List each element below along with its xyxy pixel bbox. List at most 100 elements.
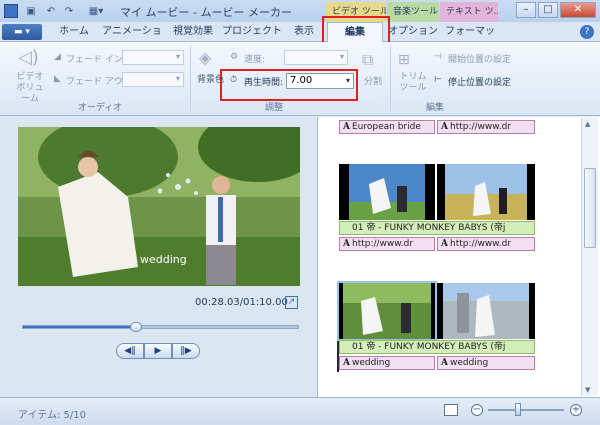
previous-frame-button[interactable]: ◀‖ — [116, 343, 144, 359]
maximize-button[interactable]: □ — [538, 2, 558, 18]
split-label[interactable]: 分割 — [364, 74, 382, 87]
fade-out-dropdown[interactable]: ▾ — [122, 72, 184, 87]
seek-fill — [23, 326, 136, 328]
playback-controls: ◀‖ ▶ ‖▶ — [116, 343, 200, 359]
tab-options[interactable]: オプション — [388, 22, 438, 42]
speed-icon: ⚙ — [230, 52, 239, 62]
help-icon[interactable]: ? — [580, 25, 594, 39]
group-separator — [190, 46, 191, 112]
movie-maker-window: ▣ ↶ ↷ ▦▾ マイ ムービー - ムービー メーカー ビデオ ツール 音楽ツ… — [0, 0, 600, 425]
zoom-slider-track[interactable] — [488, 409, 564, 411]
set-start-label[interactable]: 開始位置の設定 — [448, 52, 511, 65]
seek-thumb[interactable] — [129, 322, 142, 332]
app-icon — [4, 4, 18, 18]
clip-thumbnail[interactable] — [437, 283, 535, 339]
close-button[interactable]: ✕ — [560, 2, 596, 18]
adjust-group-label: 調整 — [264, 103, 283, 113]
thumbnail-size-icon[interactable] — [444, 404, 458, 416]
text-caption-icon: A — [343, 358, 350, 368]
fade-out-icon: ◣ — [54, 74, 61, 84]
storyboard: A European bride Ahttp://www.dr 01 帝 - FU… — [317, 117, 600, 397]
app-menu-button[interactable]: ▬ ▾ — [2, 24, 42, 40]
fade-in-icon: ◢ — [54, 52, 61, 62]
tab-view[interactable]: 表示 — [286, 22, 322, 42]
text-caption-icon: A — [441, 122, 448, 132]
background-color-icon[interactable]: ◈ — [199, 48, 219, 68]
title-bar: ▣ ↶ ↷ ▦▾ マイ ムービー - ムービー メーカー ビデオ ツール 音楽ツ… — [0, 0, 600, 22]
caption-text: wedding — [449, 358, 489, 368]
clip-image — [437, 283, 535, 339]
text-caption-icon: A — [441, 239, 448, 249]
caption-item[interactable]: Ahttp://www.dr — [437, 237, 535, 251]
caption-text: European bride — [351, 122, 421, 132]
save-icon[interactable]: ▣ — [24, 4, 38, 18]
set-end-icon: ⊢ — [434, 75, 442, 85]
video-volume-icon[interactable]: ◁) — [18, 48, 40, 68]
customize-qat-icon[interactable]: ▦▾ — [84, 4, 108, 18]
caption-item[interactable]: Awedding — [339, 356, 435, 370]
fade-in-label: フェード イン: — [66, 55, 126, 65]
zoom-out-icon[interactable]: − — [471, 404, 483, 416]
scroll-down-icon[interactable]: ▼ — [585, 386, 590, 394]
set-start-icon: ⊣ — [434, 52, 442, 62]
zoom-slider-thumb[interactable] — [515, 403, 522, 416]
scroll-up-icon[interactable]: ▲ — [585, 120, 590, 128]
window-controls: – □ ✕ — [514, 2, 596, 18]
tab-home[interactable]: ホーム — [52, 22, 96, 42]
tab-animation[interactable]: アニメーション — [100, 22, 164, 57]
highlight-duration — [220, 69, 358, 101]
edit-group-label: 編集 — [425, 103, 444, 113]
tab-visual-effects[interactable]: 視覚効果 — [168, 22, 218, 42]
fade-in-dropdown[interactable]: ▾ — [122, 50, 184, 65]
clip-thumbnail[interactable] — [337, 281, 437, 341]
caption-text: http://www.dr — [449, 122, 512, 132]
audio-group-label: オーディオ — [77, 103, 123, 113]
next-frame-button[interactable]: ‖▶ — [172, 343, 200, 359]
music-title-strip[interactable]: 01 帝 - FUNKY MONKEY BABYS (帝j — [339, 340, 535, 354]
tab-project[interactable]: プロジェクト — [222, 22, 282, 42]
tab-format[interactable]: フォーマット — [442, 22, 498, 57]
caption-item[interactable]: Awedding — [437, 356, 535, 370]
clip-thumbnail[interactable] — [339, 164, 435, 220]
trim-tool-icon[interactable]: ⊞ — [398, 50, 422, 70]
set-end-label[interactable]: 停止位置の設定 — [448, 75, 511, 88]
caption-item[interactable]: Ahttp://www.dr — [339, 237, 435, 251]
caption-text: http://www.dr — [351, 239, 414, 249]
storyboard-scrollbar[interactable]: ▲ ▼ — [581, 118, 598, 396]
caption-text: http://www.dr — [449, 239, 512, 249]
text-caption-icon: A — [343, 122, 350, 132]
status-bar: アイテム: 5/10 − + — [0, 397, 600, 425]
window-title: マイ ムービー - ムービー メーカー — [120, 6, 292, 19]
redo-icon[interactable]: ↷ — [62, 4, 76, 18]
item-count: アイテム: 5/10 — [18, 410, 87, 421]
clip-image — [437, 164, 535, 220]
caption-text: wedding — [351, 358, 391, 368]
group-separator — [390, 46, 391, 112]
video-volume-label[interactable]: ビデオ ボリューム — [12, 72, 48, 105]
trim-tool-label[interactable]: トリム ツール — [398, 72, 428, 94]
clip-image — [339, 283, 435, 339]
caption-item[interactable]: Ahttp://www.dr — [437, 120, 535, 134]
video-preview[interactable]: wedding — [18, 127, 300, 286]
context-tab-text-tools: テキスト ツ... — [440, 2, 498, 22]
clip-thumbnail[interactable] — [437, 164, 535, 220]
minimize-button[interactable]: – — [516, 2, 536, 18]
scroll-thumb[interactable] — [584, 168, 596, 248]
context-tab-music-tools: 音楽ツール — [387, 2, 439, 22]
undo-icon[interactable]: ↶ — [44, 4, 58, 18]
play-button[interactable]: ▶ — [144, 343, 172, 359]
fullscreen-icon[interactable]: ↗ — [285, 296, 298, 309]
timecode: 00:28.03/01:10.00 — [195, 297, 288, 308]
caption-item[interactable]: A European bride — [339, 120, 435, 134]
speed-dropdown[interactable]: ▾ — [284, 50, 348, 65]
preview-pane: wedding 00:28.03/01:10.00 ↗ ◀‖ ▶ ‖▶ — [0, 117, 316, 397]
seek-bar[interactable] — [22, 322, 299, 332]
text-caption-icon: A — [343, 239, 350, 249]
split-icon[interactable]: ⧉ — [362, 50, 382, 70]
speed-label: 速度: — [244, 55, 266, 65]
text-caption-icon: A — [441, 358, 448, 368]
zoom-in-icon[interactable]: + — [570, 404, 582, 416]
music-title-strip[interactable]: 01 帝 - FUNKY MONKEY BABYS (帝j — [339, 221, 535, 235]
ribbon-tab-row: ▬ ▾ ホーム アニメーション 視覚効果 プロジェクト 表示 編集 オプション … — [0, 22, 600, 57]
clip-image — [339, 164, 435, 220]
